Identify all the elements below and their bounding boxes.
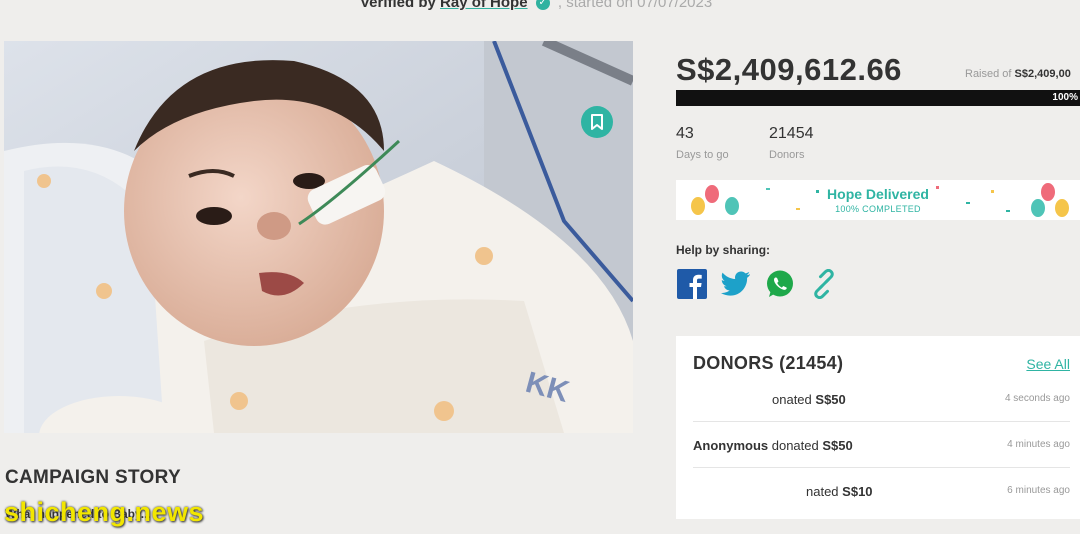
copy-link-button[interactable]: [808, 268, 840, 300]
watermark: shicheng.news: [4, 497, 205, 527]
donors-count-value: 21454: [769, 125, 814, 142]
donor-time: 4 seconds ago: [1004, 393, 1070, 404]
whatsapp-icon: [767, 270, 793, 297]
donor-text: Anonymous donated S$50: [693, 438, 853, 453]
see-all-link[interactable]: See All: [1026, 356, 1070, 372]
twitter-share-button[interactable]: [720, 268, 752, 300]
verified-bar: Verified by Ray of Hope ✓ , started on 0…: [360, 0, 712, 11]
banner-subtitle: 100% COMPLETED: [835, 204, 921, 214]
donor-row: nated S$10 6 minutes ago: [693, 468, 1070, 514]
donor-time: 4 minutes ago: [1007, 439, 1070, 450]
share-title: Help by sharing:: [676, 243, 771, 257]
progress-fill: [676, 90, 1080, 106]
link-icon: [814, 269, 834, 299]
started-date: , started on 07/07/2023: [557, 0, 713, 11]
banner-title: Hope Delivered: [827, 186, 929, 202]
raised-value: S$2,409,00: [1014, 68, 1071, 80]
days-to-go-value: 43: [676, 125, 694, 142]
donors-panel: DONORS (21454) See All onated S$50 4 sec…: [676, 336, 1080, 519]
donor-row: Anonymous donated S$50 4 minutes ago: [693, 422, 1070, 468]
verified-check-icon: ✓: [535, 0, 550, 11]
whatsapp-share-button[interactable]: [764, 268, 796, 300]
share-icons: [676, 268, 840, 300]
verified-org-link[interactable]: Ray of Hope: [440, 0, 528, 11]
baby-photo: KK: [4, 41, 633, 433]
bookmark-button[interactable]: [581, 106, 613, 138]
facebook-icon: [677, 269, 707, 299]
amount-raised: S$2,409,612.66: [676, 52, 902, 87]
donor-time: 6 minutes ago: [1007, 485, 1070, 496]
progress-label: 100%: [1052, 92, 1078, 103]
facebook-share-button[interactable]: [676, 268, 708, 300]
bookmark-icon: [591, 114, 603, 130]
progress-bar: 100%: [676, 90, 1080, 106]
donors-count-label: Donors: [769, 149, 805, 161]
hope-delivered-banner: Hope Delivered 100% COMPLETED: [676, 180, 1080, 220]
donor-text: nated S$10: [806, 484, 873, 499]
raised-of-target: Raised of S$2,409,00: [965, 68, 1071, 80]
campaign-story-title: CAMPAIGN STORY: [5, 467, 181, 488]
twitter-icon: [721, 271, 750, 296]
raised-label: Raised of: [965, 68, 1012, 80]
donor-row: onated S$50 4 seconds ago: [693, 376, 1070, 422]
verified-prefix: Verified by: [360, 0, 436, 11]
donors-title: DONORS (21454): [693, 353, 844, 373]
donor-text: onated S$50: [772, 392, 846, 407]
campaign-hero-image: KK: [4, 41, 633, 433]
days-to-go-label: Days to go: [676, 149, 729, 161]
